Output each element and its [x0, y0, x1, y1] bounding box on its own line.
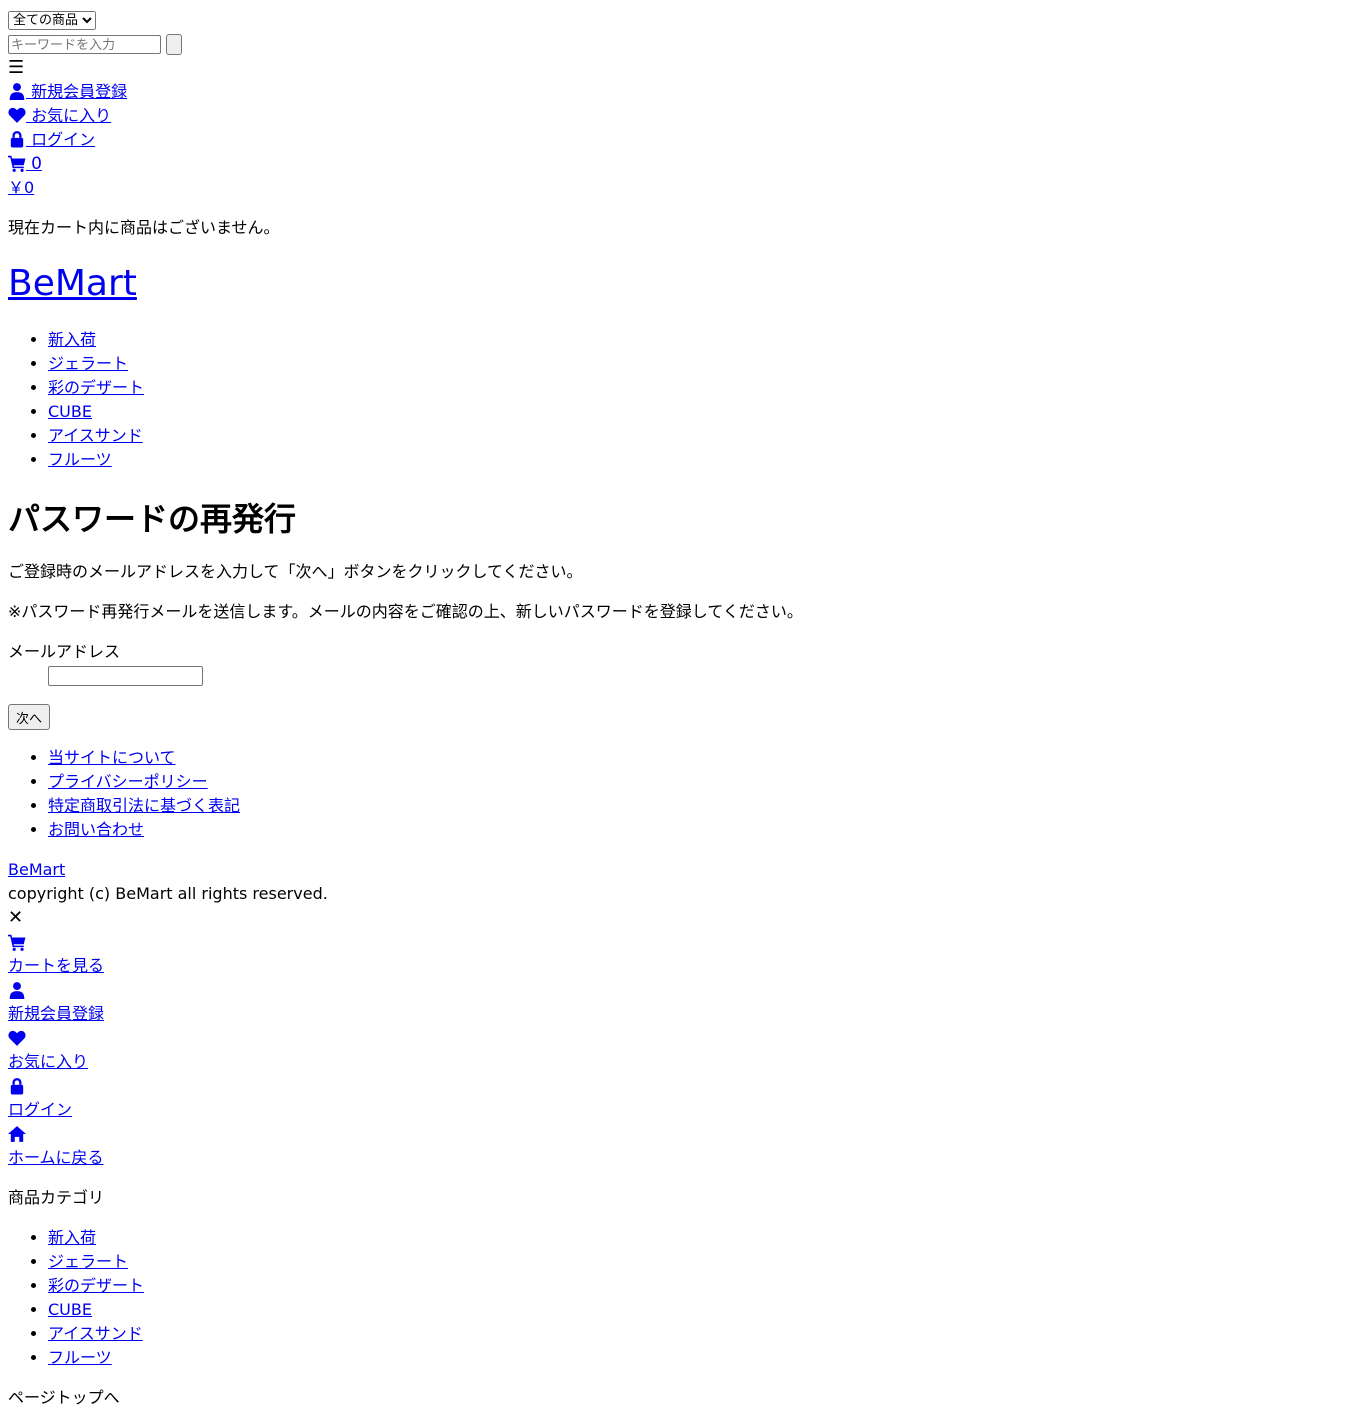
footer-link-about[interactable]: 当サイトについて — [48, 748, 176, 767]
category-item: 新入荷 — [48, 328, 1357, 352]
footer-link-contact[interactable]: お問い合わせ — [48, 820, 144, 839]
drawer-category-heading: 商品カテゴリ — [8, 1188, 105, 1207]
category-nav: 新入荷 ジェラート 彩のデザート CUBE アイスサンド フルーツ — [8, 328, 1357, 472]
category-link[interactable]: ジェラート — [48, 354, 128, 373]
next-button[interactable]: 次へ — [8, 704, 51, 730]
category-link[interactable]: CUBE — [48, 402, 92, 421]
email-label: メールアドレス — [8, 642, 121, 661]
drawer-home-link[interactable]: ホームに戻る — [8, 1146, 104, 1170]
heart-icon — [8, 106, 26, 124]
cart-count: 0 — [31, 154, 42, 174]
category-link[interactable]: フルーツ — [48, 450, 112, 469]
category-item: フルーツ — [48, 448, 1357, 472]
footer-item: 特定商取引法に基づく表記 — [48, 794, 1357, 818]
page-title: パスワードの再発行 — [8, 500, 297, 538]
category-link[interactable]: 新入荷 — [48, 330, 96, 349]
copyright: copyright (c) BeMart all rights reserved… — [8, 884, 328, 903]
drawer-category-link[interactable]: 彩のデザート — [48, 1276, 144, 1295]
site-title-link[interactable]: BeMart — [8, 263, 137, 304]
drawer-category-link[interactable]: ジェラート — [48, 1252, 128, 1271]
favorites-link[interactable]: お気に入り — [8, 104, 111, 128]
cart-icon — [8, 933, 26, 951]
drawer-category-link[interactable]: 新入荷 — [48, 1228, 96, 1247]
user-icon — [8, 82, 26, 100]
category-item: ジェラート — [48, 352, 1357, 376]
footer-item: お問い合わせ — [48, 818, 1357, 842]
footer-item: プライバシーポリシー — [48, 770, 1357, 794]
drawer-category-item: アイスサンド — [48, 1322, 1357, 1346]
login-label: ログイン — [31, 130, 96, 149]
footer-link-privacy[interactable]: プライバシーポリシー — [48, 772, 208, 791]
drawer-category-link[interactable]: アイスサンド — [48, 1324, 143, 1343]
drawer-category-item: 新入荷 — [48, 1226, 1357, 1250]
login-link[interactable]: ログイン — [8, 128, 95, 152]
drawer-category-link[interactable]: CUBE — [48, 1300, 92, 1319]
close-icon[interactable]: ✕ — [8, 906, 1357, 930]
drawer-category-nav: 新入荷 ジェラート 彩のデザート CUBE アイスサンド フルーツ — [8, 1226, 1357, 1370]
drawer-signup-link[interactable]: 新規会員登録 — [8, 1002, 104, 1026]
site-title: BeMart — [8, 264, 1357, 304]
favorites-label: お気に入り — [31, 106, 112, 125]
lock-icon — [8, 130, 26, 148]
category-item: アイスサンド — [48, 424, 1357, 448]
user-icon — [8, 981, 26, 999]
signup-label: 新規会員登録 — [31, 82, 128, 101]
search-button[interactable] — [166, 33, 182, 55]
search-input[interactable] — [8, 34, 161, 54]
note-text: ※パスワード再発行メールを送信します。メールの内容をご確認の上、新しいパスワード… — [8, 602, 803, 621]
category-item: CUBE — [48, 400, 1357, 424]
drawer-category-item: ジェラート — [48, 1250, 1357, 1274]
footer-nav: 当サイトについて プライバシーポリシー 特定商取引法に基づく表記 お問い合わせ — [8, 746, 1357, 842]
cart-empty-message: 現在カート内に商品はございません。 — [8, 218, 280, 237]
footer-link-tokushoho[interactable]: 特定商取引法に基づく表記 — [48, 796, 240, 815]
category-link[interactable]: アイスサンド — [48, 426, 143, 445]
lock-icon — [8, 1077, 26, 1095]
home-icon — [8, 1125, 26, 1143]
email-field[interactable] — [48, 666, 203, 686]
cart-total[interactable]: ￥0 — [8, 176, 34, 200]
instruction-text: ご登録時のメールアドレスを入力して「次へ」ボタンをクリックしてください。 — [8, 562, 583, 581]
footer-brand-link[interactable]: BeMart — [8, 858, 65, 882]
menu-icon[interactable]: ☰ — [8, 56, 1357, 80]
category-link[interactable]: 彩のデザート — [48, 378, 144, 397]
drawer-category-item: 彩のデザート — [48, 1274, 1357, 1298]
search-bar — [8, 32, 1357, 56]
drawer-category-item: CUBE — [48, 1298, 1357, 1322]
category-item: 彩のデザート — [48, 376, 1357, 400]
drawer-login-link[interactable]: ログイン — [8, 1098, 72, 1122]
drawer-category-link[interactable]: フルーツ — [48, 1348, 112, 1367]
signup-link[interactable]: 新規会員登録 — [8, 80, 127, 104]
cart-link[interactable]: 0 — [8, 152, 42, 176]
page-top-link[interactable]: ページトップへ — [8, 1386, 1357, 1410]
heart-icon — [8, 1029, 26, 1047]
category-select[interactable]: 全ての商品 — [8, 10, 96, 30]
drawer-cart-link[interactable]: カートを見る — [8, 954, 104, 978]
footer-item: 当サイトについて — [48, 746, 1357, 770]
category-select-row: 全ての商品 — [8, 8, 1357, 32]
cart-icon — [8, 154, 26, 172]
drawer-favorites-link[interactable]: お気に入り — [8, 1050, 88, 1074]
drawer-category-item: フルーツ — [48, 1346, 1357, 1370]
